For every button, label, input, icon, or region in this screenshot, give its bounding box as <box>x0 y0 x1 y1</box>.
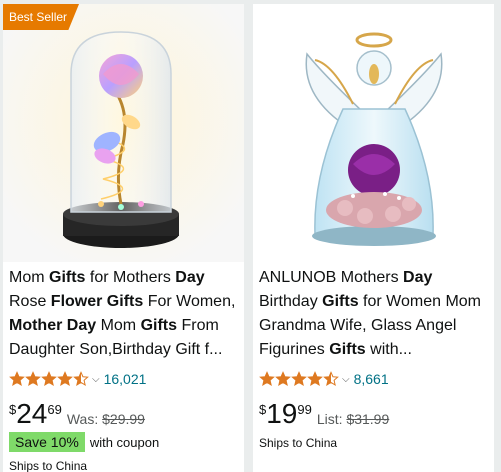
list-price: List: $31.99 <box>317 411 389 427</box>
was-price-value: $29.99 <box>102 411 145 427</box>
title-segment: Mom <box>9 269 49 286</box>
price-whole: 24 <box>16 398 48 429</box>
product-title[interactable]: Mom Gifts for Mothers Day Rose Flower Gi… <box>9 266 239 362</box>
title-segment: for Mothers <box>85 269 176 286</box>
star-full-icon <box>291 371 307 386</box>
list-label: List: <box>316 411 343 427</box>
shipping-text: Ships to China <box>259 436 338 450</box>
star-full-icon <box>9 371 25 386</box>
review-count-link[interactable]: 8,661 <box>354 371 389 387</box>
product-title[interactable]: ANLUNOB Mothers Day Birthday Gifts for W… <box>259 266 489 362</box>
title-segment: Flower Gifts <box>50 293 144 310</box>
chevron-down-icon[interactable]: ⌵ <box>92 374 100 385</box>
product-image[interactable]: Best Seller <box>3 4 244 262</box>
star-full-icon <box>41 371 57 386</box>
star-rating[interactable] <box>9 371 89 387</box>
list-price-value: $31.99 <box>346 411 390 427</box>
title-segment: Gifts <box>329 341 366 358</box>
price-currency: $ <box>9 402 17 417</box>
price-currency: $ <box>259 402 267 417</box>
title-segment: Mother Day <box>9 317 97 334</box>
title-segment: Birthday <box>259 293 323 310</box>
star-full-icon <box>259 371 275 386</box>
price-whole: 19 <box>266 398 298 429</box>
star-half-icon <box>323 371 339 386</box>
title-segment: Rose <box>9 293 51 310</box>
title-segment: Day <box>175 269 205 286</box>
star-rating[interactable] <box>259 371 339 387</box>
star-full-icon <box>57 371 73 386</box>
chevron-down-icon[interactable]: ⌵ <box>342 374 350 385</box>
coupon-row: Save 10% with coupon <box>9 432 159 452</box>
title-segment: ANLUNOB Mothers <box>259 269 404 286</box>
title-segment: with... <box>365 341 412 358</box>
was-price: Was: $29.99 <box>67 411 145 427</box>
rose-glass-dome-image <box>3 4 244 262</box>
save-badge: Save 10% <box>9 432 85 452</box>
price[interactable]: $ 24 69 Was: $29.99 <box>9 398 145 430</box>
rating-row[interactable]: ⌵ 8,661 <box>259 368 389 390</box>
angel-figurine-image <box>253 4 494 262</box>
star-full-icon <box>307 371 323 386</box>
coupon-text: with coupon <box>89 434 160 450</box>
title-segment: Day <box>403 269 433 286</box>
price[interactable]: $ 19 99 List: $31.99 <box>259 398 389 430</box>
title-segment: Mom <box>96 317 141 334</box>
product-image[interactable] <box>253 4 494 262</box>
title-segment: Gifts <box>49 269 86 286</box>
was-label: Was: <box>66 411 99 427</box>
title-segment: Gifts <box>322 293 359 310</box>
best-seller-badge: Best Seller <box>3 4 80 30</box>
star-full-icon <box>275 371 291 386</box>
star-half-icon <box>73 371 89 386</box>
price-fraction: 69 <box>47 402 62 417</box>
price-fraction: 99 <box>297 402 312 417</box>
shipping-text: Ships to China <box>9 459 88 472</box>
title-segment: For Women, <box>143 293 236 310</box>
rating-row[interactable]: ⌵ 16,021 <box>9 368 146 390</box>
title-segment: Gifts <box>140 317 178 334</box>
review-count-link[interactable]: 16,021 <box>104 371 147 387</box>
star-full-icon <box>25 371 41 386</box>
product-card[interactable]: Best Seller Mom Gifts for Mothers Day Ro… <box>3 4 244 472</box>
product-card[interactable]: ANLUNOB Mothers Day Birthday Gifts for W… <box>253 4 494 472</box>
